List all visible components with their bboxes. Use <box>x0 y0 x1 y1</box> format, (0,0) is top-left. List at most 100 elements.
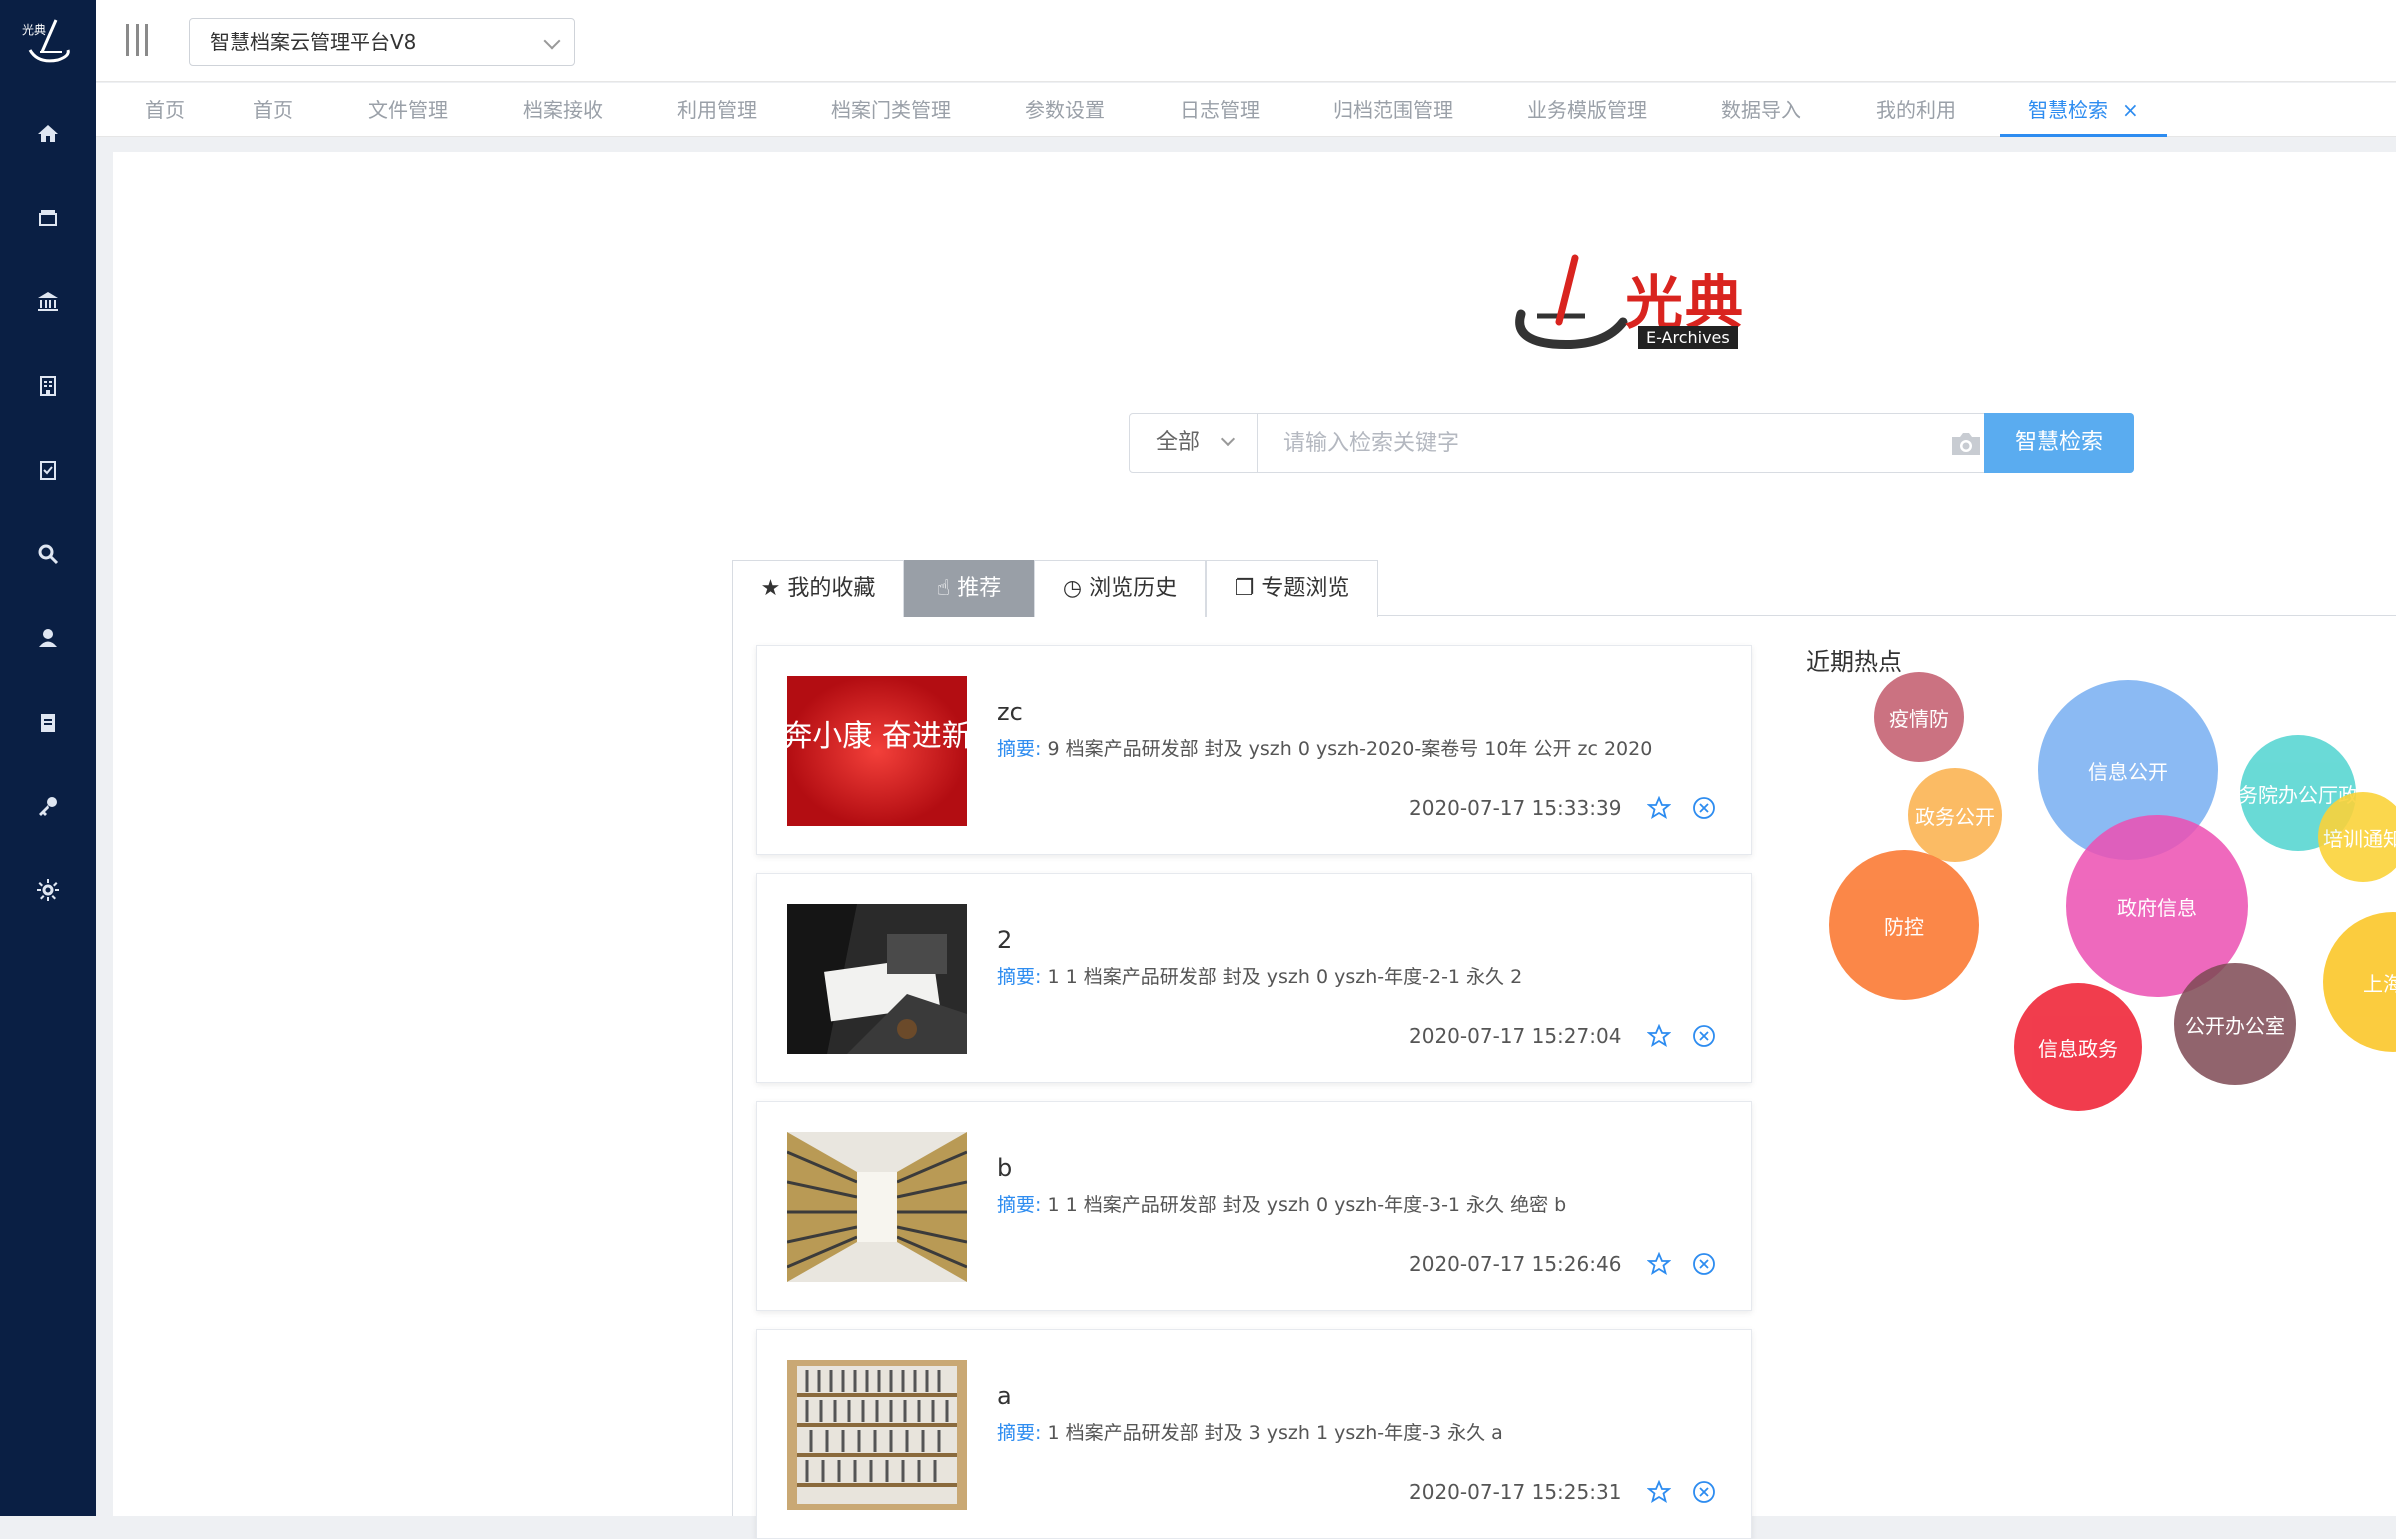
sidebar-item-layers[interactable] <box>0 176 96 260</box>
search-scope-select[interactable]: 全部 <box>1130 414 1258 472</box>
hot-topic-bubble[interactable]: 政务公开 <box>1908 768 2002 862</box>
list-item[interactable]: b 摘要: 1 1 档案产品研发部 封及 yszh 0 yszh-年度-3-1 … <box>756 1101 1752 1311</box>
summary-text: 9 档案产品研发部 封及 yszh 0 yszh-2020-案卷号 10年 公开… <box>1047 738 1653 760</box>
card-date: 2020-07-17 15:33:39 <box>1409 796 1622 820</box>
star-icon: ★ <box>760 576 781 601</box>
sidebar-item-task[interactable] <box>0 428 96 512</box>
card-date: 2020-07-17 15:26:46 <box>1409 1252 1622 1276</box>
summary-text: 1 1 档案产品研发部 封及 yszh 0 yszh-年度-2-1 永久 2 <box>1047 966 1523 988</box>
tab-home-2[interactable]: 首页 <box>253 83 293 137</box>
favorite-star-icon[interactable] <box>1647 796 1671 820</box>
tab-file-management[interactable]: 文件管理 <box>368 83 448 137</box>
card-title[interactable]: 2 <box>997 926 1012 954</box>
camera-icon[interactable] <box>1948 431 1984 457</box>
favorite-star-icon[interactable] <box>1647 1480 1671 1504</box>
sidebar-item-building[interactable] <box>0 344 96 428</box>
hand-pointer-icon: ☝ <box>936 576 951 601</box>
list-item[interactable]: a 摘要: 1 档案产品研发部 封及 3 yszh 1 yszh-年度-3 永久… <box>756 1329 1752 1539</box>
document-icon <box>41 714 55 732</box>
tab-recommend[interactable]: ☝ 推荐 <box>904 560 1034 617</box>
sidebar-item-key[interactable] <box>0 764 96 848</box>
platform-select[interactable]: 智慧档案云管理平台V8 <box>189 18 575 66</box>
smart-search-button[interactable]: 智慧检索 <box>1984 413 2134 473</box>
list-item[interactable]: 2 摘要: 1 1 档案产品研发部 封及 yszh 0 yszh-年度-2-1 … <box>756 873 1752 1083</box>
tab-archive-receive[interactable]: 档案接收 <box>523 83 603 137</box>
tab-recommend-label: 推荐 <box>957 576 1002 601</box>
card-summary: 摘要: 1 档案产品研发部 封及 3 yszh 1 yszh-年度-3 永久 a <box>997 1418 1503 1445</box>
sidebar-item-institution[interactable] <box>0 260 96 344</box>
card-date: 2020-07-17 15:25:31 <box>1409 1480 1622 1504</box>
list-item[interactable]: 同心奔小康 奋进新时代 zc 摘要: 9 档案产品研发部 封及 yszh 0 y… <box>756 645 1752 855</box>
hot-topic-bubble[interactable]: 公开办公室 <box>2174 963 2296 1085</box>
card-title[interactable]: b <box>997 1154 1012 1182</box>
tabs-bar: 首页 首页 文件管理 档案接收 利用管理 档案门类管理 参数设置 日志管理 归档… <box>96 83 2396 137</box>
hot-topic-bubble[interactable]: 上海市 <box>2323 912 2396 1052</box>
thumbnail-image: 同心奔小康 奋进新时代 <box>787 676 967 826</box>
layers-icon <box>39 210 57 226</box>
tab-category-management[interactable]: 档案门类管理 <box>831 83 951 137</box>
user-icon <box>39 629 57 647</box>
tab-topics-label: 专题浏览 <box>1261 576 1350 601</box>
sidebar-item-user[interactable] <box>0 596 96 680</box>
content-tabs: ★ 我的收藏 ☝ 推荐 ◷ 浏览历史 ❐ 专题浏览 <box>732 560 2396 617</box>
main-panel: 光典 E-Archives 全部 智慧检索 ★ 我的收藏 ☝ 推荐 ◷ 浏览历史… <box>113 152 2396 1539</box>
thumbnail-image <box>787 1360 967 1510</box>
clipboard-check-icon <box>40 461 56 480</box>
card-summary: 摘要: 1 1 档案产品研发部 封及 yszh 0 yszh-年度-3-1 永久… <box>997 1190 1566 1217</box>
close-circle-icon[interactable] <box>1692 1024 1716 1048</box>
summary-label: 摘要: <box>997 1422 1042 1444</box>
search-scope-value: 全部 <box>1156 430 1201 455</box>
tab-topics[interactable]: ❐ 专题浏览 <box>1206 560 1378 617</box>
platform-select-value: 智慧档案云管理平台V8 <box>210 30 417 54</box>
hot-topic-bubble[interactable]: 培训通知 <box>2318 792 2396 882</box>
favorite-star-icon[interactable] <box>1647 1252 1671 1276</box>
tab-smart-search-label: 智慧检索 <box>2028 98 2108 122</box>
card-summary: 摘要: 1 1 档案产品研发部 封及 yszh 0 yszh-年度-2-1 永久… <box>997 962 1522 989</box>
sidebar-logo[interactable]: 光典 <box>0 0 96 84</box>
tab-favorites-label: 我的收藏 <box>787 576 876 601</box>
tab-home[interactable]: 首页 <box>145 83 185 137</box>
search-input[interactable] <box>1259 414 1939 472</box>
logo-mark-icon: 光典 <box>22 19 70 63</box>
summary-label: 摘要: <box>997 1194 1042 1216</box>
summary-text: 1 1 档案产品研发部 封及 yszh 0 yszh-年度-3-1 永久 绝密 … <box>1047 1194 1567 1216</box>
chevron-down-icon <box>1220 431 1236 447</box>
tab-smart-search[interactable]: 智慧检索 × <box>2000 83 2167 137</box>
hot-topics-title: 近期热点 <box>1806 648 1902 676</box>
card-title[interactable]: zc <box>997 698 1023 726</box>
svg-text:光典: 光典 <box>22 23 46 37</box>
close-circle-icon[interactable] <box>1692 1480 1716 1504</box>
tab-history[interactable]: ◷ 浏览历史 <box>1034 560 1206 617</box>
tab-history-label: 浏览历史 <box>1089 576 1178 601</box>
tab-log-management[interactable]: 日志管理 <box>1180 83 1260 137</box>
menu-toggle-icon[interactable] <box>126 24 148 56</box>
card-title[interactable]: a <box>997 1382 1012 1410</box>
book-icon: ❐ <box>1234 576 1255 601</box>
tab-use-management[interactable]: 利用管理 <box>677 83 757 137</box>
bank-icon <box>38 292 58 311</box>
sidebar-item-settings[interactable] <box>0 848 96 932</box>
tab-data-import[interactable]: 数据导入 <box>1721 83 1801 137</box>
clock-icon: ◷ <box>1062 576 1083 601</box>
tab-parameter-settings[interactable]: 参数设置 <box>1025 83 1105 137</box>
thumb-text: 同心奔小康 奋进新时代 <box>787 719 967 754</box>
tab-archive-scope[interactable]: 归档范围管理 <box>1333 83 1453 137</box>
sidebar-item-home[interactable] <box>0 92 96 176</box>
card-date: 2020-07-17 15:27:04 <box>1409 1024 1622 1048</box>
building-icon <box>40 376 56 396</box>
close-circle-icon[interactable] <box>1692 796 1716 820</box>
tab-favorites[interactable]: ★ 我的收藏 <box>732 560 904 617</box>
thumbnail-image <box>787 1132 967 1282</box>
sidebar-item-search[interactable] <box>0 512 96 596</box>
hot-topic-bubble[interactable]: 防控 <box>1829 850 1979 1000</box>
tab-business-template[interactable]: 业务模版管理 <box>1527 83 1647 137</box>
close-circle-icon[interactable] <box>1692 1252 1716 1276</box>
sidebar-item-document[interactable] <box>0 680 96 764</box>
hot-topic-bubble[interactable]: 信息政务 <box>2014 983 2142 1111</box>
favorite-star-icon[interactable] <box>1647 1024 1671 1048</box>
key-icon <box>39 797 57 816</box>
content-divider <box>732 616 733 1516</box>
hot-topic-bubble[interactable]: 疫情防 <box>1874 672 1964 762</box>
close-tab-icon[interactable]: × <box>2122 98 2139 122</box>
tab-my-use[interactable]: 我的利用 <box>1876 83 1956 137</box>
